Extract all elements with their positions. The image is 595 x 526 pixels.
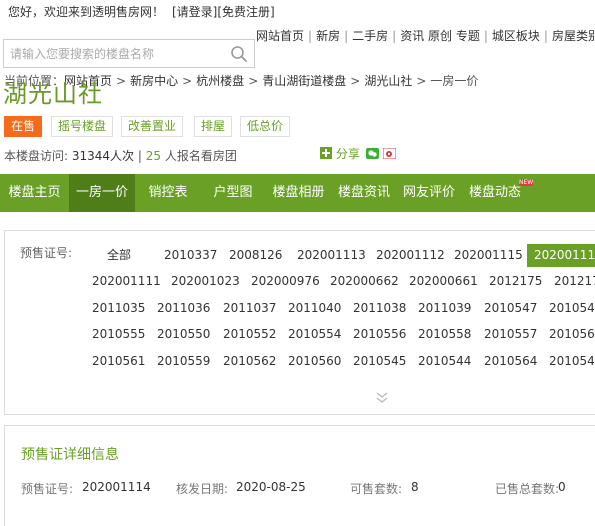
presale-cert-item[interactable]: 2010559 [150, 350, 217, 373]
share-bar: 分享 [320, 145, 396, 162]
presale-cert-item[interactable]: 202001112 [369, 244, 452, 267]
presale-cert-item[interactable]: 2010545 [346, 350, 413, 373]
visits-count: 31344人次 [71, 149, 135, 163]
nav-floor-plans[interactable]: 户型图 [201, 174, 265, 212]
page-title: 湖光山社 [3, 80, 103, 108]
top-nav: 网站首页 | 新房 | 二手房 | 资讯 原创 专题 | 城区板块 | 房屋类别 [256, 27, 595, 44]
nav-estate-home[interactable]: 楼盘主页 [0, 174, 69, 212]
visit-stats: 本楼盘访问: 31344人次 | 25 人报名看房团 [4, 147, 237, 164]
presale-cert-item[interactable]: 202001113 [290, 244, 373, 267]
presale-cert-item[interactable]: 2010560 [281, 350, 348, 373]
presale-cert-item[interactable]: 2008126 [222, 244, 289, 267]
visits-join-text: 人报名看房团 [164, 149, 237, 163]
tag-low-price[interactable]: 低总价 [240, 116, 291, 137]
presale-cert-item[interactable]: 202001115 [447, 244, 530, 267]
main-nav: 楼盘主页 一房一价 销控表 户型图 楼盘相册 楼盘资讯 网友评价 楼盘动态 [0, 174, 595, 212]
presale-cert-item[interactable]: 2011038 [346, 297, 413, 320]
detail-sold-value: 0 [558, 480, 566, 494]
presale-cert-item[interactable]: 2010564 [477, 350, 544, 373]
presale-cert-item[interactable]: 2010548 [542, 350, 595, 373]
detail-title: 预售证详细信息 [21, 447, 119, 463]
auth-links: [请登录][免费注册] [172, 3, 275, 20]
chevron-down-icon[interactable] [375, 390, 389, 404]
presale-cert-item[interactable]: 202001111 [85, 270, 168, 293]
detail-date-value: 2020-08-25 [236, 480, 306, 494]
presale-cert-item[interactable]: 2011036 [150, 297, 217, 320]
presale-cert-item[interactable]: 2010561 [85, 350, 152, 373]
presale-cert-item[interactable]: 2010555 [85, 323, 152, 346]
presale-cert-item[interactable]: 2010337 [157, 244, 224, 267]
presale-cert-item[interactable]: 2010547 [477, 297, 544, 320]
presale-cert-item[interactable]: 2010549 [542, 297, 595, 320]
tag-upgrade[interactable]: 改善置业 [121, 116, 184, 137]
presale-cert-item[interactable]: 202000662 [323, 270, 406, 293]
visits-sep: | [137, 149, 142, 163]
detail-available-label: 可售套数: [350, 482, 403, 496]
detail-cert-value: 202001114 [82, 480, 151, 494]
presale-cert-item[interactable]: 2010562 [216, 350, 283, 373]
presale-cert-item[interactable]: 2011040 [281, 297, 348, 320]
topnav-secondhand[interactable]: 二手房 [352, 29, 388, 43]
plus-icon[interactable] [320, 147, 332, 159]
tag-lottery[interactable]: 摇号楼盘 [51, 116, 114, 137]
presale-cert-item[interactable]: 2010544 [411, 350, 478, 373]
presale-cert-item[interactable]: 202000976 [244, 270, 327, 293]
detail-sold-label: 已售总套数: [495, 482, 560, 496]
search-box [3, 39, 255, 68]
presale-cert-item[interactable]: 2010554 [281, 323, 348, 346]
presale-cert-item[interactable]: 2012175 [547, 270, 595, 293]
presale-cert-item[interactable]: 2010558 [411, 323, 478, 346]
detail-available-value: 8 [411, 480, 419, 494]
presale-cert-item[interactable]: 2011039 [411, 297, 478, 320]
topnav-district[interactable]: 城区板块 [492, 29, 540, 43]
breadcrumb-street[interactable]: 青山湖街道楼盘 [262, 74, 346, 88]
topnav-news[interactable]: 资讯 原创 专题 [400, 29, 480, 43]
nav-reviews[interactable]: 网友评价 [396, 174, 462, 212]
search-icon[interactable] [230, 45, 248, 63]
breadcrumb-newhouse[interactable]: 新房中心 [130, 74, 178, 88]
visits-join-count: 25 [145, 149, 162, 163]
nav-album[interactable]: 楼盘相册 [265, 174, 332, 212]
share-label[interactable]: 分享 [336, 147, 360, 161]
topnav-home[interactable]: 网站首页 [256, 29, 304, 43]
welcome-text: 您好，欢迎来到透明售房网！ [8, 5, 165, 19]
tag-on-sale[interactable]: 在售 [4, 116, 43, 137]
presale-cert-item[interactable]: 2012175 [482, 270, 549, 293]
presale-cert-item[interactable]: 2010565 [542, 323, 595, 346]
detail-panel [4, 425, 595, 526]
presale-cert-item[interactable]: 2011037 [216, 297, 283, 320]
visits-prefix: 本楼盘访问: [4, 149, 69, 163]
presale-cert-item[interactable]: 2010556 [346, 323, 413, 346]
login-link[interactable]: [请登录] [172, 5, 217, 19]
register-link[interactable]: [免费注册] [217, 5, 274, 19]
detail-date-label: 核发日期: [176, 482, 229, 496]
nav-sales-control[interactable]: 销控表 [135, 174, 201, 212]
detail-cert-label: 预售证号: [21, 482, 74, 496]
new-badge: NEW [519, 179, 534, 186]
presale-cert-item[interactable]: 202001023 [164, 270, 247, 293]
topnav-category[interactable]: 房屋类别 [552, 29, 595, 43]
topnav-newhouse[interactable]: 新房 [316, 29, 340, 43]
tag-townhouse[interactable]: 排屋 [194, 116, 233, 137]
wechat-icon[interactable] [365, 148, 379, 159]
weibo-icon[interactable] [382, 147, 396, 160]
breadcrumb-estate[interactable]: 湖光山社 [364, 74, 412, 88]
presale-cert-item[interactable]: 2011035 [85, 297, 152, 320]
presale-cert-item[interactable]: 全部 [100, 244, 138, 267]
breadcrumb-current: 一房一价 [430, 74, 479, 88]
presale-cert-item[interactable]: 2010552 [216, 323, 283, 346]
nav-news[interactable]: 楼盘资讯 [332, 174, 396, 212]
search-input[interactable] [10, 40, 220, 67]
presale-cert-item[interactable]: 202000661 [402, 270, 485, 293]
presale-label: 预售证号: [20, 246, 73, 260]
presale-cert-item[interactable]: 2010550 [150, 323, 217, 346]
presale-cert-item[interactable]: 202001114 [527, 244, 595, 267]
breadcrumb-city[interactable]: 杭州楼盘 [196, 74, 244, 88]
nav-price-list[interactable]: 一房一价 [69, 174, 135, 212]
presale-cert-item[interactable]: 2010557 [477, 323, 544, 346]
